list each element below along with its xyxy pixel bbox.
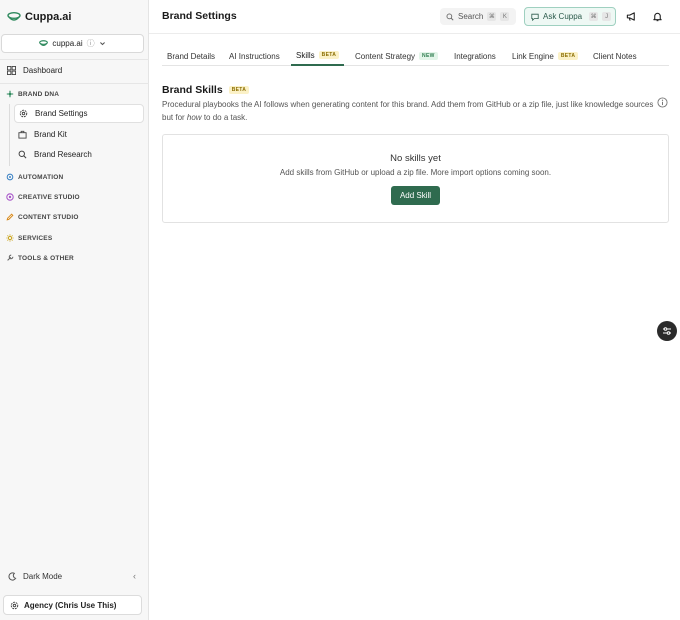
description-text-end: to do a task.	[201, 112, 248, 122]
shortcut-key: ⌘	[589, 12, 599, 21]
header-divider	[149, 33, 680, 34]
section-label: BRAND DNA	[18, 90, 60, 98]
workspace-name: cuppa.ai	[52, 39, 83, 48]
sidebar-divider	[0, 83, 149, 84]
sidebar: Cuppa.ai cuppa.ai ⓘ Dashboard BRAND DNA …	[0, 0, 149, 620]
sidebar-tree-line	[9, 104, 10, 166]
tab-label: Integrations	[454, 51, 496, 61]
floating-action-button[interactable]	[657, 321, 677, 341]
collapse-sidebar-icon[interactable]: ‹	[133, 571, 136, 581]
bell-icon	[653, 12, 662, 22]
tab-label: Link Engine	[512, 51, 554, 61]
section-label: CONTENT STUDIO	[18, 213, 79, 221]
info-icon[interactable]: ⓘ	[87, 38, 95, 49]
gear-icon	[10, 601, 19, 609]
tab-integrations[interactable]: Integrations	[449, 46, 501, 66]
announcements-button[interactable]	[626, 11, 637, 22]
automation-icon	[6, 173, 14, 181]
services-icon	[6, 234, 14, 242]
add-skill-button[interactable]: Add Skill	[391, 186, 440, 205]
pencil-icon	[6, 213, 14, 221]
search-label: Search	[458, 12, 484, 21]
search-button[interactable]: Search ⌘ K	[440, 8, 516, 25]
chat-icon	[531, 13, 539, 21]
section-title-text: Brand Skills	[162, 84, 223, 96]
account-label: Agency (Chris Use This)	[24, 600, 117, 610]
notifications-button[interactable]	[652, 11, 663, 22]
section-label: CREATIVE STUDIO	[18, 193, 80, 201]
tab-link-engine[interactable]: Link Engine BETA	[507, 46, 583, 66]
tab-skills[interactable]: Skills BETA	[291, 46, 345, 66]
sidebar-section-services[interactable]: SERVICES	[6, 232, 52, 244]
page-title: Brand Settings	[162, 10, 237, 22]
search-icon	[18, 150, 27, 159]
settings-tabs: Brand Details AI Instructions Skills BET…	[162, 46, 669, 66]
section-label: SERVICES	[18, 234, 53, 242]
sidebar-item-label: Brand Kit	[34, 130, 67, 139]
new-badge: NEW	[419, 52, 438, 60]
sidebar-section-content-studio[interactable]: CONTENT STUDIO	[6, 211, 79, 223]
beta-badge: BETA	[318, 51, 340, 59]
sidebar-item-label: Brand Research	[34, 150, 92, 159]
tab-client-notes[interactable]: Client Notes	[588, 46, 642, 66]
section-title: Brand Skills BETA	[162, 84, 250, 96]
info-icon[interactable]	[657, 97, 668, 108]
sidebar-item-dashboard[interactable]: Dashboard	[7, 63, 62, 77]
tab-label: AI Instructions	[229, 51, 280, 61]
account-switcher[interactable]: Agency (Chris Use This)	[3, 595, 142, 615]
tab-brand-details[interactable]: Brand Details	[162, 46, 220, 66]
beta-badge: BETA	[557, 52, 579, 60]
megaphone-icon	[626, 12, 635, 21]
ask-cuppa-button[interactable]: Ask Cuppa ⌘ J	[524, 7, 616, 26]
sidebar-section-creative-studio[interactable]: CREATIVE STUDIO	[6, 191, 80, 203]
sidebar-item-label: Brand Settings	[35, 109, 88, 118]
sidebar-item-label: Dashboard	[23, 65, 63, 75]
moon-icon	[8, 571, 17, 581]
shortcut-key: J	[602, 12, 612, 21]
sidebar-item-brand-kit[interactable]: Brand Kit	[14, 125, 144, 144]
gear-icon	[19, 109, 28, 118]
tab-label: Brand Details	[167, 51, 216, 61]
dark-mode-toggle[interactable]: Dark Mode ‹	[8, 569, 136, 583]
tab-label: Skills	[296, 50, 315, 60]
sliders-icon	[663, 327, 671, 335]
workspace-switcher[interactable]: cuppa.ai ⓘ	[1, 34, 144, 53]
sidebar-divider	[0, 59, 149, 60]
sidebar-section-brand-dna[interactable]: BRAND DNA	[6, 88, 59, 100]
sidebar-item-brand-settings[interactable]: Brand Settings	[14, 104, 144, 123]
tab-ai-instructions[interactable]: AI Instructions	[224, 46, 285, 66]
beta-badge: BETA	[228, 86, 250, 94]
palette-icon	[6, 193, 14, 201]
sidebar-section-tools-other[interactable]: TOOLS & OTHER	[6, 252, 74, 264]
chevron-down-icon	[99, 42, 105, 46]
wrench-icon	[6, 254, 14, 262]
ask-label: Ask Cuppa	[543, 12, 583, 21]
tab-label: Client Notes	[593, 51, 637, 61]
workspace-logo-icon	[39, 40, 49, 47]
tab-label: Content Strategy	[355, 51, 416, 61]
cuppa-logo-icon	[7, 12, 21, 21]
sidebar-item-brand-research[interactable]: Brand Research	[14, 145, 144, 164]
sidebar-section-automation[interactable]: AUTOMATION	[6, 171, 63, 183]
shortcut-key: ⌘	[487, 12, 497, 21]
tab-content-strategy[interactable]: Content Strategy NEW	[350, 46, 443, 66]
skills-empty-state: No skills yet Add skills from GitHub or …	[162, 134, 669, 223]
shortcut-key: K	[500, 12, 510, 21]
dashboard-icon	[7, 65, 16, 75]
empty-state-subtitle: Add skills from GitHub or upload a zip f…	[279, 168, 552, 177]
description-emphasis: how	[186, 112, 202, 122]
dna-icon	[6, 90, 14, 98]
empty-state-title: No skills yet	[390, 153, 441, 164]
app-name: Cuppa.ai	[25, 11, 72, 23]
section-description: Procedural playbooks the AI follows when…	[162, 99, 657, 124]
search-icon	[446, 13, 454, 21]
app-logo[interactable]: Cuppa.ai	[7, 9, 71, 25]
section-label: TOOLS & OTHER	[18, 254, 74, 262]
kit-icon	[18, 130, 27, 139]
dark-mode-label: Dark Mode	[23, 571, 63, 581]
section-label: AUTOMATION	[18, 173, 64, 181]
